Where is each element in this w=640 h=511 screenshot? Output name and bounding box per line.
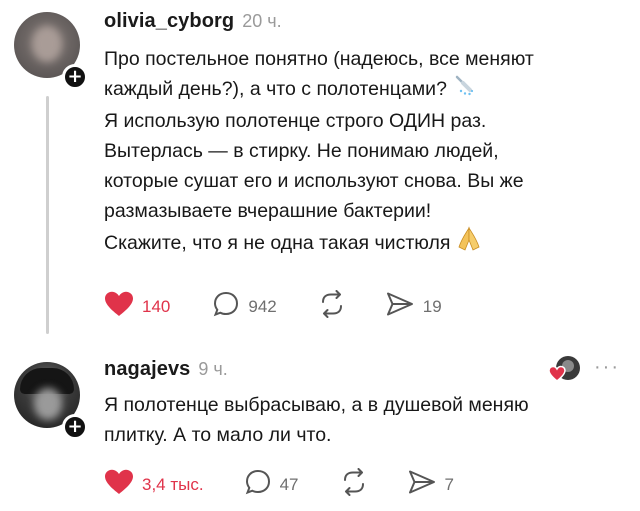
- text-line: которые сушат его и используют снова. Вы…: [104, 170, 524, 193]
- author-liked-avatar: [548, 354, 580, 384]
- reply-button[interactable]: 47: [244, 468, 299, 501]
- follow-plus-icon[interactable]: +: [62, 414, 88, 440]
- reply-button[interactable]: 942: [212, 290, 277, 323]
- text-line: Про постельное понятно (надеюсь, все мен…: [104, 48, 534, 70]
- repost-button[interactable]: [339, 468, 377, 501]
- action-bar: 3,4 тыс. 47 7: [104, 468, 454, 501]
- thread-line: [46, 96, 49, 334]
- comment-header: olivia_cyborg 20 ч.: [104, 10, 282, 33]
- share-count: 7: [444, 474, 454, 494]
- more-icon[interactable]: ···: [594, 356, 620, 379]
- text-line: Скажите, что я не одна такая чистюля: [104, 226, 624, 261]
- text-line: каждый день?), а что с полотенцами?: [104, 74, 624, 105]
- like-count: 140: [142, 296, 171, 316]
- follow-plus-icon[interactable]: +: [62, 64, 88, 90]
- like-button[interactable]: 140: [104, 291, 170, 322]
- share-button[interactable]: 7: [407, 469, 454, 500]
- like-button[interactable]: 3,4 тыс.: [104, 469, 204, 500]
- reply-count: 47: [279, 474, 299, 494]
- action-bar: 140 942 19: [104, 290, 442, 323]
- shower-icon: [453, 74, 475, 105]
- repost-icon: [317, 290, 347, 323]
- heart-icon: [104, 469, 134, 500]
- text-line: Я использую полотенце строго ОДИН раз.: [104, 109, 487, 132]
- heart-icon: [104, 291, 134, 322]
- username[interactable]: olivia_cyborg: [104, 10, 234, 33]
- comment-1: + olivia_cyborg 20 ч. Про постельное пон…: [0, 0, 640, 340]
- comment-text: Про постельное понятно (надеюсь, все мен…: [104, 44, 624, 262]
- reply-count: 942: [248, 296, 277, 316]
- comment-icon: [212, 290, 240, 323]
- share-icon: [407, 469, 437, 500]
- share-count: 19: [422, 296, 442, 316]
- text-line: Я полотенце выбрасываю, а в душевой меня…: [104, 394, 529, 416]
- like-count: 3,4 тыс.: [142, 474, 204, 494]
- timestamp: 20 ч.: [242, 11, 282, 31]
- repost-icon: [339, 468, 369, 501]
- comment-icon: [244, 468, 272, 501]
- username[interactable]: nagajevs: [104, 358, 190, 381]
- text-line: размазываете вчерашние бактерии!: [104, 200, 432, 223]
- timestamp: 9 ч.: [198, 359, 228, 379]
- share-icon: [385, 291, 415, 322]
- comment-header: nagajevs 9 ч.: [104, 358, 228, 381]
- praying-hands-icon: [456, 226, 482, 261]
- comment-text: Я полотенце выбрасываю, а в душевой меня…: [104, 390, 624, 450]
- text-line: плитку. А то мало ли что.: [104, 424, 332, 447]
- share-button[interactable]: 19: [385, 291, 442, 322]
- repost-button[interactable]: [317, 290, 355, 323]
- text-line: Вытерлась — в стирку. Не понимаю людей,: [104, 139, 499, 162]
- comment-2: + nagajevs 9 ч. ··· Я полотенце выбрасыв…: [0, 350, 640, 511]
